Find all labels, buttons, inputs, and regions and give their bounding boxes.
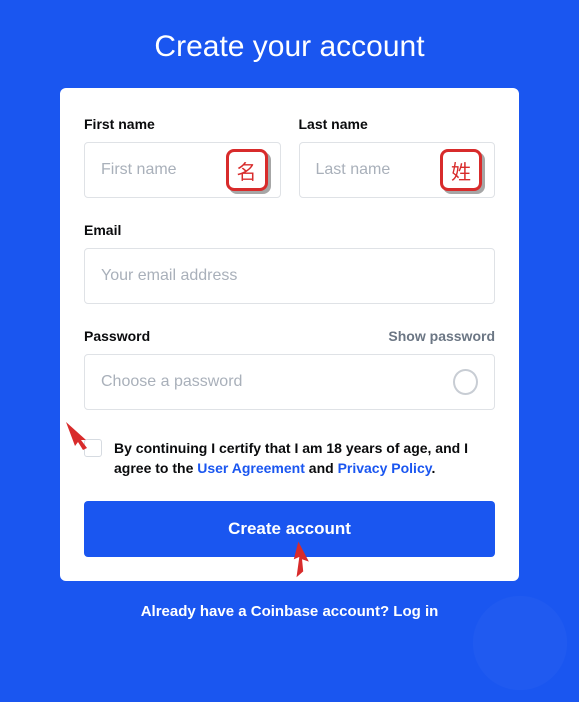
password-input-wrap: [84, 354, 495, 410]
consent-text: By continuing I certify that I am 18 yea…: [114, 438, 495, 479]
signup-card: First name 名 Last name 姓 Email Password …: [60, 88, 519, 581]
last-name-field: Last name 姓: [299, 116, 496, 198]
consent-checkbox[interactable]: [84, 439, 102, 457]
privacy-policy-link[interactable]: Privacy Policy: [338, 460, 432, 476]
email-label: Email: [84, 222, 495, 238]
email-input-wrap: [84, 248, 495, 304]
create-account-button[interactable]: Create account: [84, 501, 495, 557]
first-name-input-wrap: 名: [84, 142, 281, 198]
first-name-annotation-badge: 名: [226, 149, 268, 191]
consent-row: By continuing I certify that I am 18 yea…: [84, 438, 495, 479]
password-input[interactable]: [101, 373, 453, 391]
password-field: Password Show password: [84, 328, 495, 410]
last-name-input-wrap: 姓: [299, 142, 496, 198]
last-name-label: Last name: [299, 116, 496, 132]
first-name-label: First name: [84, 116, 281, 132]
password-label: Password: [84, 328, 150, 344]
email-input[interactable]: [101, 267, 478, 285]
login-link[interactable]: Log in: [393, 603, 438, 620]
last-name-annotation-badge: 姓: [440, 149, 482, 191]
eye-icon[interactable]: [453, 369, 478, 395]
user-agreement-link[interactable]: User Agreement: [197, 460, 305, 476]
arrow-icon: [286, 539, 320, 579]
page-title: Create your account: [0, 0, 579, 88]
email-field: Email: [84, 222, 495, 304]
watermark-icon: [465, 588, 575, 698]
first-name-field: First name 名: [84, 116, 281, 198]
show-password-toggle[interactable]: Show password: [388, 328, 495, 344]
